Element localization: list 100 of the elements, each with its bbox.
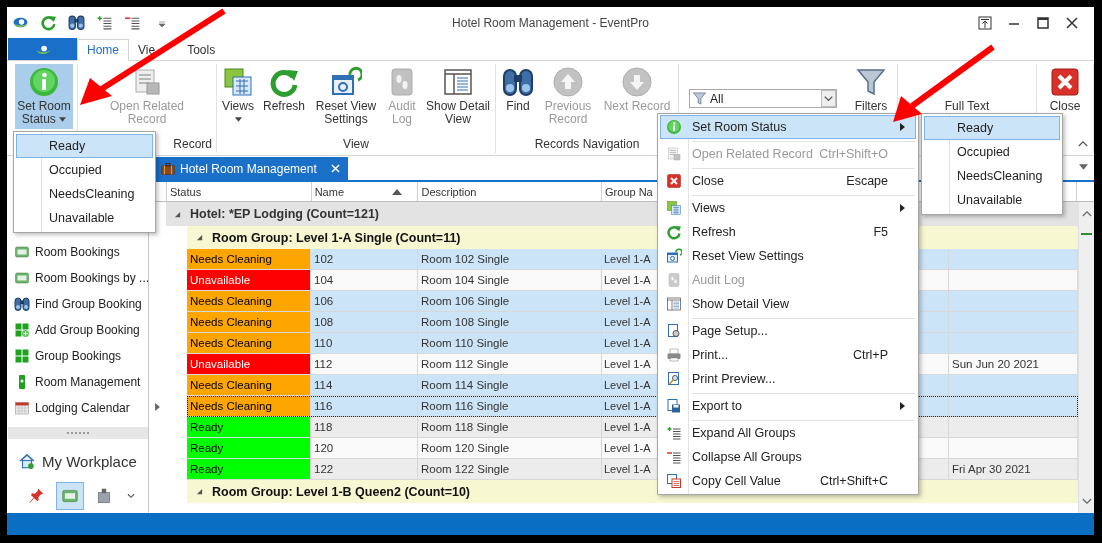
status-cell: Needs Cleaning — [187, 396, 311, 417]
grid-icon — [14, 348, 30, 364]
info-icon — [28, 66, 60, 98]
sidebar-item[interactable]: Room Management — [8, 369, 148, 395]
ribbon-group-label: Records Navigation — [534, 137, 640, 153]
bed-icon — [14, 244, 30, 260]
menu-item[interactable]: NeedsCleaning — [16, 182, 153, 206]
group-label: Room Group: Level 1-A Single (Count=11) — [212, 230, 461, 245]
funnel-icon — [692, 91, 707, 106]
printer-icon — [666, 347, 682, 363]
submenu-arrow-icon — [900, 123, 905, 131]
ribbon-button[interactable]: Full Text — [902, 64, 1032, 116]
bed-icon — [61, 487, 79, 505]
sidebar-item[interactable]: Group Bookings — [8, 343, 148, 369]
scroll-up-icon[interactable] — [1081, 210, 1092, 217]
status-cell: Ready — [187, 417, 311, 438]
ribbon-tab[interactable]: Home — [77, 39, 129, 61]
views-icon — [666, 200, 682, 216]
binoculars-icon — [14, 296, 30, 312]
workplace-header[interactable]: My Workplace — [8, 448, 148, 474]
pin-to-top-icon[interactable] — [977, 14, 993, 31]
detail-view-icon — [666, 296, 682, 312]
filter-dropdown[interactable]: All — [689, 89, 837, 108]
ribbon-tab[interactable]: Vie — [129, 39, 165, 61]
document-stack-icon — [666, 146, 682, 162]
ribbon-tab[interactable]: Tools — [178, 39, 225, 61]
menu-item[interactable]: Occupied — [16, 158, 153, 182]
status-cell: Ready — [187, 438, 311, 459]
column-header[interactable]: Status — [165, 182, 311, 201]
views-icon — [222, 66, 254, 98]
server-icon — [95, 487, 113, 505]
submenu-arrow-icon — [900, 402, 905, 410]
caret-icon[interactable] — [1079, 164, 1088, 170]
bed-icon — [14, 270, 30, 286]
status-cell: Ready — [187, 459, 311, 480]
binoculars-icon — [502, 66, 534, 98]
status-cell: Unavailable — [187, 354, 311, 375]
ribbon-button[interactable]: Set Room Status — [15, 64, 73, 129]
ribbon-button[interactable]: Filters — [849, 64, 893, 116]
sidebar-item[interactable]: Room Bookings by ... — [8, 265, 148, 291]
page-setup-icon — [666, 323, 682, 339]
ribbon-group-label: Record — [173, 137, 212, 153]
caret-icon[interactable] — [158, 18, 166, 27]
sidebar-item[interactable]: Find Group Booking — [8, 291, 148, 317]
status-cell: Needs Cleaning — [187, 312, 311, 333]
scroll-down-icon[interactable] — [1081, 498, 1092, 505]
expand-arrow-icon[interactable] — [196, 488, 203, 495]
expand-groups-icon[interactable] — [96, 14, 113, 31]
ribbon-button[interactable]: Close — [1041, 64, 1089, 116]
menu-item[interactable]: Ready — [16, 134, 153, 158]
menu-item[interactable]: Unavailable — [16, 206, 153, 230]
ribbon-button[interactable]: Refresh — [261, 64, 307, 116]
ribbon-button[interactable]: Find — [500, 64, 536, 116]
suitcase-icon — [160, 160, 176, 177]
menu-item[interactable]: NeedsCleaning — [924, 164, 1060, 188]
ribbon-button[interactable]: Show Detail View — [425, 64, 491, 129]
binoculars-icon[interactable] — [68, 14, 85, 31]
sidebar-item[interactable]: Room Bookings — [8, 239, 148, 265]
pin-icon — [27, 487, 45, 505]
ribbon-button[interactable]: Views — [221, 64, 255, 129]
add-grid-icon — [14, 322, 30, 338]
submenu-arrow-icon — [900, 204, 905, 212]
document-tab[interactable]: Hotel Room Management — [156, 157, 348, 180]
refresh-icon[interactable] — [40, 14, 57, 31]
expand-groups-icon — [666, 425, 682, 441]
status-cell: Needs Cleaning — [187, 249, 311, 270]
detail-view-icon — [442, 66, 474, 98]
sidebar-item[interactable]: Lodging Calendar — [8, 395, 148, 421]
group-label: Room Group: Level 1-B Queen2 (Count=10) — [212, 484, 470, 499]
footprints-icon — [666, 272, 682, 288]
maximize-icon[interactable] — [1035, 14, 1051, 31]
caret-icon — [59, 117, 67, 123]
splitter-handle[interactable] — [8, 427, 148, 439]
collapse-ribbon-icon[interactable] — [1078, 140, 1088, 147]
caret-icon — [234, 117, 242, 123]
close-icon — [1049, 66, 1081, 98]
reset-view-icon — [330, 66, 362, 98]
close-icon[interactable] — [1064, 14, 1080, 31]
reset-view-icon — [666, 248, 682, 264]
floppy-disk-icon — [666, 398, 682, 414]
scrollbar[interactable] — [1078, 202, 1094, 513]
close-icon — [666, 173, 682, 189]
collapse-groups-icon[interactable] — [124, 14, 141, 31]
expand-arrow-icon[interactable] — [196, 234, 203, 241]
menu-item[interactable]: Occupied — [924, 140, 1060, 164]
funnel-icon — [855, 66, 887, 98]
window-title: Hotel Room Management - EventPro — [452, 15, 649, 30]
status-cell: Needs Cleaning — [187, 291, 311, 312]
copy-icon — [666, 473, 682, 489]
menu-item[interactable]: Set Room Status — [660, 115, 916, 139]
home-icon — [18, 452, 36, 470]
sidebar-item[interactable]: Add Group Booking — [8, 317, 148, 343]
collapse-groups-icon — [666, 449, 682, 465]
column-header[interactable]: Description — [417, 182, 602, 201]
menu-item[interactable]: Ready — [924, 116, 1060, 140]
expand-arrow-icon[interactable] — [174, 210, 181, 218]
group-label: Hotel: *EP Lodging (Count=121) — [190, 207, 379, 221]
ribbon-group-label: View — [343, 137, 369, 153]
column-header[interactable]: Name — [310, 182, 418, 201]
ribbon-button[interactable]: Reset View Settings — [313, 64, 379, 129]
